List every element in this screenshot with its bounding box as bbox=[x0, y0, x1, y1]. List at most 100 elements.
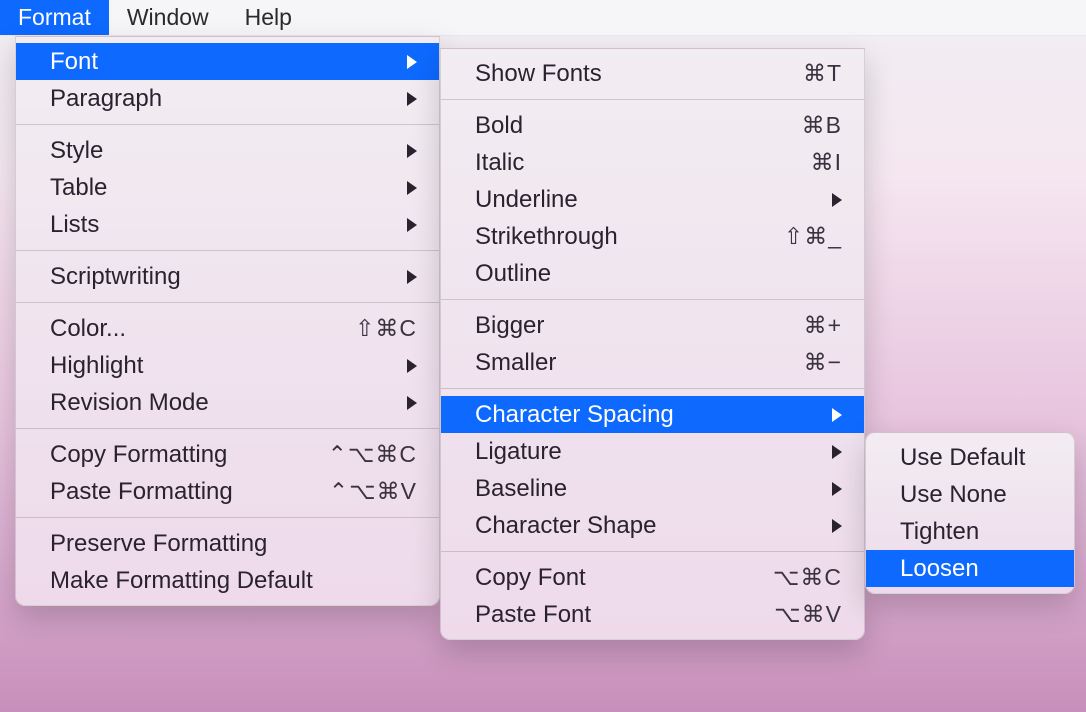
menu-lists[interactable]: Lists bbox=[16, 206, 439, 243]
submenu-arrow-icon bbox=[407, 181, 417, 195]
menu-font-label: Font bbox=[50, 48, 367, 76]
character-spacing-submenu: Use Default Use None Tighten Loosen bbox=[865, 432, 1075, 594]
format-menu: Font Paragraph Style Table Lists Scriptw… bbox=[15, 36, 440, 606]
submenu-arrow-icon bbox=[407, 270, 417, 284]
menu-italic[interactable]: Italic ⌘I bbox=[441, 144, 864, 181]
menu-loosen-label: Loosen bbox=[900, 555, 1052, 583]
menu-use-none[interactable]: Use None bbox=[866, 476, 1074, 513]
menu-bold[interactable]: Bold ⌘B bbox=[441, 107, 864, 144]
menu-color-label: Color... bbox=[50, 315, 307, 343]
submenu-arrow-icon bbox=[407, 218, 417, 232]
menu-separator bbox=[441, 388, 864, 389]
menu-smaller-label: Smaller bbox=[475, 349, 732, 377]
menu-ligature[interactable]: Ligature bbox=[441, 433, 864, 470]
menu-bigger-label: Bigger bbox=[475, 312, 732, 340]
menu-make-default-label: Make Formatting Default bbox=[50, 567, 417, 595]
menubar-help-label: Help bbox=[245, 4, 292, 31]
menu-tighten-label: Tighten bbox=[900, 518, 1052, 546]
submenu-arrow-icon bbox=[832, 445, 842, 459]
submenu-arrow-icon bbox=[832, 519, 842, 533]
submenu-arrow-icon bbox=[832, 193, 842, 207]
menu-bold-shortcut: ⌘B bbox=[772, 112, 842, 139]
menu-color[interactable]: Color... ⇧⌘C bbox=[16, 310, 439, 347]
menu-show-fonts-label: Show Fonts bbox=[475, 60, 732, 88]
menu-underline[interactable]: Underline bbox=[441, 181, 864, 218]
menu-use-none-label: Use None bbox=[900, 481, 1052, 509]
menu-table[interactable]: Table bbox=[16, 169, 439, 206]
menu-font[interactable]: Font bbox=[16, 43, 439, 80]
menu-scriptwriting[interactable]: Scriptwriting bbox=[16, 258, 439, 295]
menu-bigger-shortcut: ⌘+ bbox=[772, 312, 842, 339]
menu-highlight[interactable]: Highlight bbox=[16, 347, 439, 384]
menu-highlight-label: Highlight bbox=[50, 352, 367, 380]
menubar-window-label: Window bbox=[127, 4, 209, 31]
menu-outline[interactable]: Outline bbox=[441, 255, 864, 292]
menu-separator bbox=[441, 299, 864, 300]
menu-preserve-formatting[interactable]: Preserve Formatting bbox=[16, 525, 439, 562]
menu-paste-font-label: Paste Font bbox=[475, 601, 732, 629]
menu-revision-label: Revision Mode bbox=[50, 389, 367, 417]
menu-character-spacing[interactable]: Character Spacing bbox=[441, 396, 864, 433]
menu-separator bbox=[16, 517, 439, 518]
menu-paste-font[interactable]: Paste Font ⌥⌘V bbox=[441, 596, 864, 633]
menu-italic-shortcut: ⌘I bbox=[772, 149, 842, 176]
menu-paste-formatting-shortcut: ⌃⌥⌘V bbox=[329, 478, 417, 505]
menu-italic-label: Italic bbox=[475, 149, 732, 177]
menu-separator bbox=[16, 428, 439, 429]
menu-make-formatting-default[interactable]: Make Formatting Default bbox=[16, 562, 439, 599]
menubar-help[interactable]: Help bbox=[227, 0, 310, 35]
menu-tighten[interactable]: Tighten bbox=[866, 513, 1074, 550]
menu-copy-font[interactable]: Copy Font ⌥⌘C bbox=[441, 559, 864, 596]
menu-copy-font-label: Copy Font bbox=[475, 564, 732, 592]
menu-preserve-label: Preserve Formatting bbox=[50, 530, 417, 558]
menu-loosen[interactable]: Loosen bbox=[866, 550, 1074, 587]
menu-strike-shortcut: ⇧⌘_ bbox=[772, 223, 842, 250]
menu-smaller[interactable]: Smaller ⌘− bbox=[441, 344, 864, 381]
menu-baseline[interactable]: Baseline bbox=[441, 470, 864, 507]
submenu-arrow-icon bbox=[407, 359, 417, 373]
menu-separator bbox=[16, 250, 439, 251]
menu-show-fonts-shortcut: ⌘T bbox=[772, 60, 842, 87]
menu-show-fonts[interactable]: Show Fonts ⌘T bbox=[441, 55, 864, 92]
menu-smaller-shortcut: ⌘− bbox=[772, 349, 842, 376]
submenu-arrow-icon bbox=[407, 396, 417, 410]
menu-paragraph[interactable]: Paragraph bbox=[16, 80, 439, 117]
menu-style[interactable]: Style bbox=[16, 132, 439, 169]
menu-separator bbox=[16, 124, 439, 125]
menu-copy-formatting[interactable]: Copy Formatting ⌃⌥⌘C bbox=[16, 436, 439, 473]
menu-table-label: Table bbox=[50, 174, 367, 202]
menubar: Format Window Help bbox=[0, 0, 1086, 36]
menu-character-shape[interactable]: Character Shape bbox=[441, 507, 864, 544]
menu-ligature-label: Ligature bbox=[475, 438, 792, 466]
menu-char-shape-label: Character Shape bbox=[475, 512, 792, 540]
submenu-arrow-icon bbox=[832, 482, 842, 496]
menu-copy-font-shortcut: ⌥⌘C bbox=[772, 564, 842, 591]
menu-strike-label: Strikethrough bbox=[475, 223, 732, 251]
menu-scriptwriting-label: Scriptwriting bbox=[50, 263, 367, 291]
menu-style-label: Style bbox=[50, 137, 367, 165]
menu-lists-label: Lists bbox=[50, 211, 367, 239]
menu-use-default[interactable]: Use Default bbox=[866, 439, 1074, 476]
menu-color-shortcut: ⇧⌘C bbox=[347, 315, 417, 342]
menu-paste-formatting-label: Paste Formatting bbox=[50, 478, 289, 506]
submenu-arrow-icon bbox=[407, 92, 417, 106]
menu-bold-label: Bold bbox=[475, 112, 732, 140]
menu-paste-font-shortcut: ⌥⌘V bbox=[772, 601, 842, 628]
menubar-window[interactable]: Window bbox=[109, 0, 227, 35]
menu-strikethrough[interactable]: Strikethrough ⇧⌘_ bbox=[441, 218, 864, 255]
menu-use-default-label: Use Default bbox=[900, 444, 1052, 472]
font-submenu: Show Fonts ⌘T Bold ⌘B Italic ⌘I Underlin… bbox=[440, 48, 865, 640]
menu-underline-label: Underline bbox=[475, 186, 792, 214]
menu-revision-mode[interactable]: Revision Mode bbox=[16, 384, 439, 421]
menu-char-spacing-label: Character Spacing bbox=[475, 401, 792, 429]
menu-separator bbox=[441, 99, 864, 100]
menubar-format-label: Format bbox=[18, 4, 91, 31]
menu-separator bbox=[441, 551, 864, 552]
menu-paste-formatting[interactable]: Paste Formatting ⌃⌥⌘V bbox=[16, 473, 439, 510]
menu-paragraph-label: Paragraph bbox=[50, 85, 367, 113]
menu-outline-label: Outline bbox=[475, 260, 842, 288]
menu-copy-formatting-label: Copy Formatting bbox=[50, 441, 288, 469]
menu-separator bbox=[16, 302, 439, 303]
menubar-format[interactable]: Format bbox=[0, 0, 109, 35]
menu-bigger[interactable]: Bigger ⌘+ bbox=[441, 307, 864, 344]
